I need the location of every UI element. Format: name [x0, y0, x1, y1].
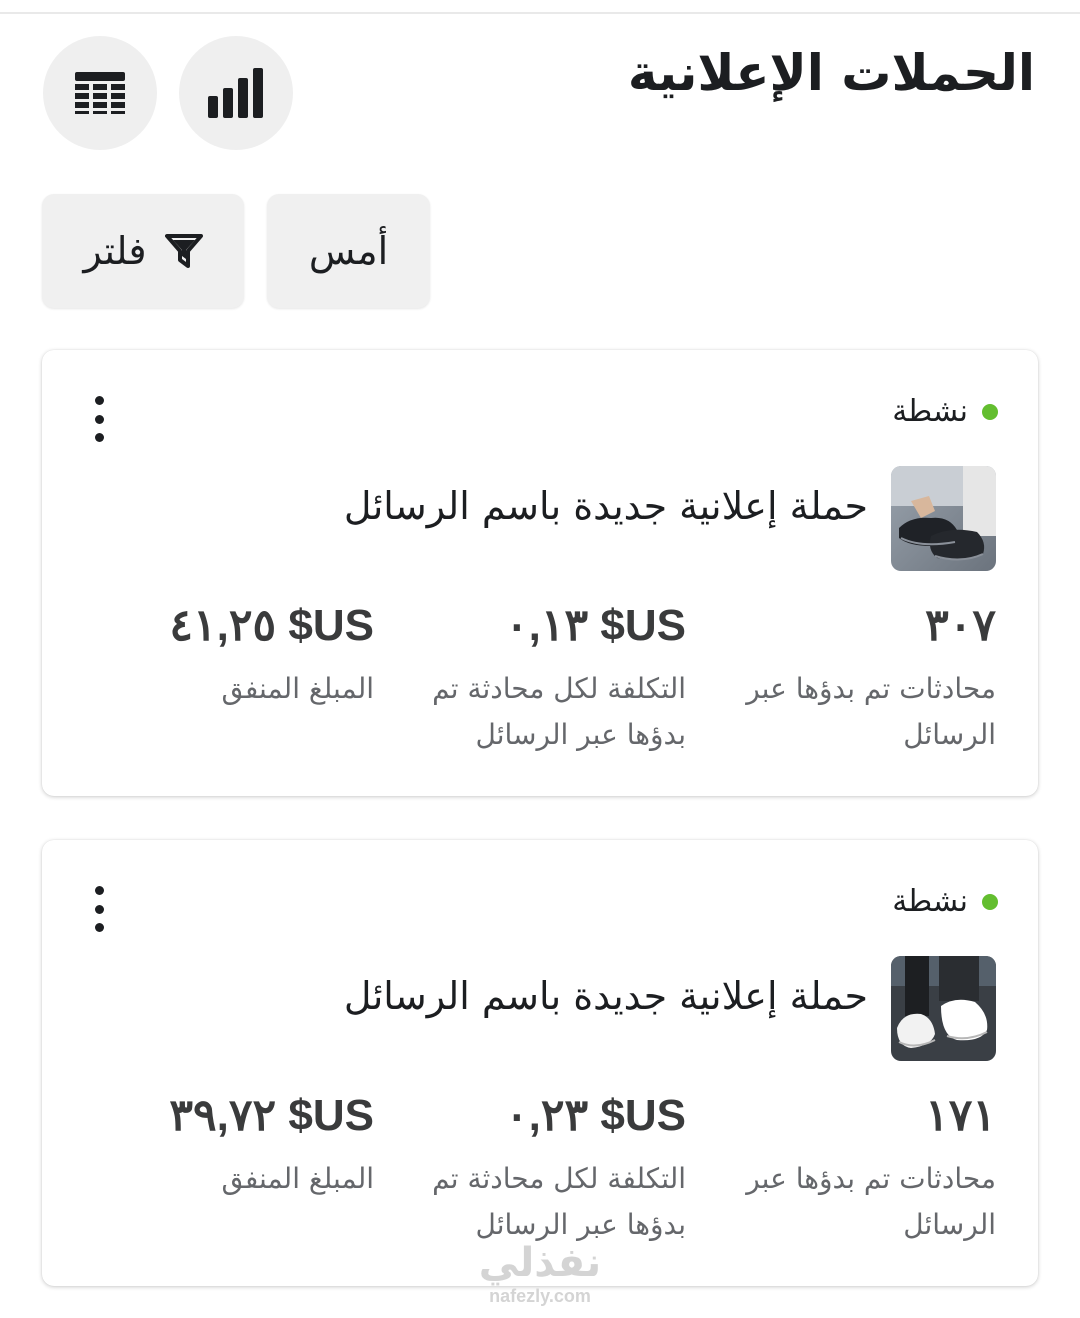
metric-label: محادثات تم بدؤها عبر الرسائل [746, 1162, 996, 1241]
date-range-button[interactable]: أمس [267, 194, 430, 308]
campaign-status: نشطة [892, 394, 998, 429]
metric-cost-per-conversation: US$ ٠,١٣ التكلفة لكل محادثة تم بدؤها عبر… [396, 598, 686, 758]
metric-value: ١٧١ [925, 1091, 996, 1140]
metric-amount-spent: US$ ٤١,٢٥ المبلغ المنفق [74, 598, 374, 712]
campaign-card[interactable]: نشطة حملة إعلانية جديدة باسم الرسائل ٣٠٧… [42, 350, 1038, 796]
metric-label: التكلفة لكل محادثة تم بدؤها عبر الرسائل [432, 672, 686, 751]
more-options-icon[interactable] [84, 396, 114, 442]
campaign-card[interactable]: نشطة حملة إعلانية جديدة باسم الرسائل ١٧١… [42, 840, 1038, 1286]
table-view-button[interactable] [43, 36, 157, 150]
active-status-dot [982, 403, 998, 420]
more-options-icon[interactable] [84, 886, 114, 932]
watermark: نفذلي nafezly.com [470, 1240, 610, 1306]
metric-conversations: ٣٠٧ محادثات تم بدؤها عبر الرسائل [706, 598, 996, 758]
metric-cost-per-conversation: US$ ٠,٢٣ التكلفة لكل محادثة تم بدؤها عبر… [396, 1088, 686, 1248]
chart-view-button[interactable] [179, 36, 293, 150]
filter-label: فلتر [83, 229, 147, 273]
campaign-status: نشطة [892, 884, 998, 919]
date-range-label: أمس [308, 229, 389, 273]
watermark-arabic: نفذلي [478, 1240, 602, 1286]
metric-label: محادثات تم بدؤها عبر الرسائل [746, 672, 996, 751]
metric-label: التكلفة لكل محادثة تم بدؤها عبر الرسائل [432, 1162, 686, 1241]
watermark-latin: nafezly.com [489, 1286, 591, 1306]
metric-value: US$ ٣٩,٧٢ [169, 1091, 374, 1140]
filter-button[interactable]: فلتر [42, 194, 244, 308]
active-status-dot [982, 893, 998, 910]
metric-value: ٣٠٧ [925, 601, 996, 650]
campaign-name[interactable]: حملة إعلانية جديدة باسم الرسائل [344, 484, 868, 528]
metric-amount-spent: US$ ٣٩,٧٢ المبلغ المنفق [74, 1088, 374, 1202]
campaign-thumbnail [891, 956, 996, 1061]
metric-label: المبلغ المنفق [221, 672, 374, 705]
metric-value: US$ ٠,١٣ [505, 601, 686, 650]
metric-value: US$ ٤١,٢٥ [169, 601, 374, 650]
status-label: نشطة [892, 394, 968, 429]
metric-conversations: ١٧١ محادثات تم بدؤها عبر الرسائل [706, 1088, 996, 1248]
page-title: الحملات الإعلانية [627, 44, 1035, 102]
table-icon [75, 72, 125, 114]
metric-label: المبلغ المنفق [221, 1162, 374, 1195]
funnel-icon [164, 234, 203, 268]
campaign-thumbnail [891, 466, 996, 571]
bar-chart-icon [208, 68, 263, 118]
status-label: نشطة [892, 884, 968, 919]
top-divider [0, 12, 1080, 14]
metric-value: US$ ٠,٢٣ [505, 1091, 686, 1140]
campaign-name[interactable]: حملة إعلانية جديدة باسم الرسائل [344, 974, 868, 1018]
